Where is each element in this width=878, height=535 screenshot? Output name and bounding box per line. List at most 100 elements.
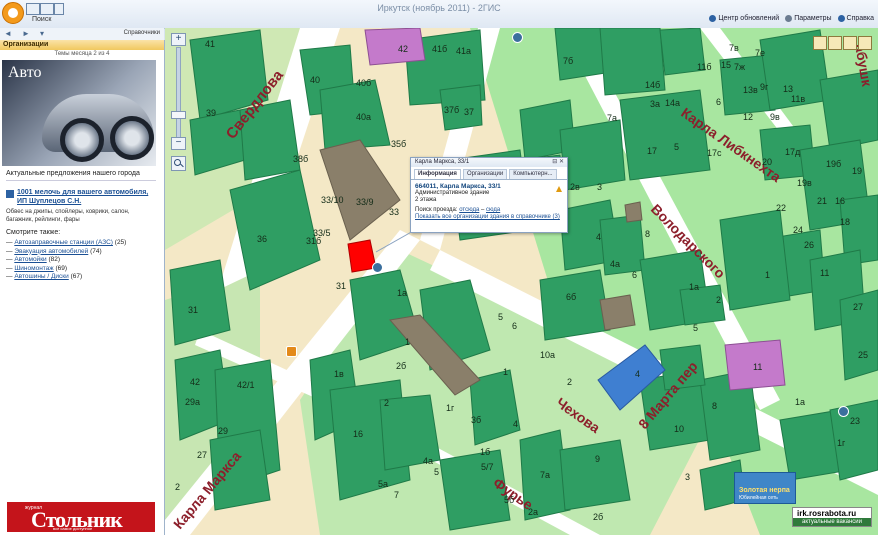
building-number: 33/9 (356, 197, 374, 207)
zoom-track[interactable] (176, 47, 181, 139)
tab-computer[interactable]: Компьютерн... (509, 169, 557, 179)
zoom-out-button[interactable]: − (171, 137, 186, 150)
city-map[interactable]: Свердлова Карла Либкнехта Володарского 8… (165, 28, 878, 535)
print-map-icon[interactable] (843, 36, 857, 50)
show-organizations-link[interactable]: Показать все организации здания в справо… (415, 214, 560, 220)
building-number: 2в (570, 182, 580, 192)
warning-icon (556, 186, 562, 192)
building-number: 1 (405, 337, 410, 347)
building-number: 9г (760, 82, 769, 92)
map-canvas[interactable]: Свердлова Карла Либкнехта Володарского 8… (165, 28, 878, 535)
building-number: 13 (783, 84, 793, 94)
history-icon[interactable]: ▾ (40, 29, 44, 38)
building-number: 31б (306, 236, 321, 246)
ruler-icon[interactable] (813, 36, 827, 50)
building-number: 29 (218, 426, 228, 436)
firm-description: Обвес на джипы, спойлеры, коврики, салон… (6, 209, 130, 223)
auto-banner[interactable]: Авто (2, 60, 156, 166)
building-number: 41 (205, 39, 215, 49)
building-number: 17д (785, 147, 801, 157)
building-info-popup: Карла Маркса, 33/1 ⊟ ✕ Информация Органи… (410, 157, 568, 233)
rosrabota-ad[interactable]: irk.rosrabota.ru актуальные вакансии (792, 507, 872, 527)
building-number: 1б (480, 447, 490, 457)
back-icon[interactable]: ◄ (4, 29, 12, 38)
category-link[interactable]: Автошины / Диски (14, 273, 68, 280)
building-number: 27 (853, 302, 863, 312)
building-number: 9 (595, 454, 600, 464)
building-number: 33 (389, 207, 399, 217)
building-number: 21 (817, 196, 827, 206)
category-link[interactable]: Автомойки (14, 256, 46, 263)
building-number: 2 (716, 295, 721, 305)
building-number: 4а (423, 456, 433, 466)
list-item: — Эвакуация автомобилей (74) (6, 247, 102, 255)
building-number: 2б (396, 361, 406, 371)
category-link[interactable]: Эвакуация автомобилей (14, 248, 88, 255)
transport-stop-icon[interactable] (838, 406, 849, 417)
building-number: 31 (188, 305, 198, 315)
route-search: Поиск проезда: отсюда – сюда (415, 207, 501, 213)
search-icon[interactable] (171, 156, 186, 171)
building-number: 2 (384, 398, 389, 408)
building-number: 31 (336, 281, 346, 291)
firm-link[interactable]: 1001 мелочь для вашего автомобиля, ИП Шу… (17, 188, 157, 206)
list-item: — Автомойки (82) (6, 256, 61, 263)
stolnik-ad[interactable]: журнал Стольник все самое доступное (7, 502, 155, 532)
building-number: 7е (755, 48, 765, 58)
building-number: 24 (793, 225, 803, 235)
building-number: 5 (434, 467, 439, 477)
popup-title: Карла Маркса, 33/1 (415, 159, 470, 165)
transport-stop-icon[interactable] (372, 262, 383, 273)
category-link[interactable]: Автозаправочные станции (АЗС) (14, 239, 113, 246)
forward-icon[interactable]: ► (22, 29, 30, 38)
building-number: 33/10 (321, 195, 344, 205)
building-number: 22 (776, 203, 786, 213)
reference-dropdown[interactable]: Справочники (124, 30, 160, 36)
see-also-heading: Смотрите также: (6, 229, 61, 236)
tab-organizations[interactable]: Организации (462, 169, 508, 179)
pin-icon[interactable]: ⊟ (552, 159, 557, 165)
building-number: 16 (835, 196, 845, 206)
fullscreen-icon[interactable] (858, 36, 872, 50)
building-number: 5 (498, 312, 503, 322)
building-number: 5 (674, 142, 679, 152)
tab-info[interactable]: Информация (414, 169, 461, 179)
building-number: 2а (528, 507, 538, 517)
divider (6, 180, 156, 181)
building-number: 15 (721, 60, 731, 70)
close-icon[interactable]: ✕ (559, 159, 564, 165)
building-number: 1а (397, 288, 407, 298)
zoom-slider[interactable] (171, 111, 186, 119)
building-number: 41б (432, 44, 447, 54)
building-number: 35б (391, 139, 406, 149)
zolotaya-nerpa-ad[interactable]: Золотая нерпа Юбилейная сеть (734, 472, 796, 504)
layers-icon[interactable] (828, 36, 842, 50)
params-link[interactable]: Параметры (785, 15, 832, 22)
building-number: 13в (743, 85, 758, 95)
search-label[interactable]: Поиск (32, 16, 51, 23)
building-number: 39 (206, 108, 216, 118)
wheel-icon (110, 116, 154, 160)
zoom-control: + − (171, 33, 186, 151)
help-link[interactable]: Справка (837, 15, 874, 22)
building-number: 6 (512, 321, 517, 331)
building-number: 40б (356, 78, 371, 88)
zoom-in-button[interactable]: + (171, 33, 186, 46)
building-number: 1а (689, 282, 699, 292)
transport-stop-icon[interactable] (512, 32, 523, 43)
building-number: 1а (795, 397, 805, 407)
route-from-link[interactable]: отсюда (459, 207, 479, 213)
list-item: — Шиномонтаж (69) (6, 264, 68, 272)
building-number: 5б (504, 495, 514, 505)
category-link[interactable]: Шиномонтаж (14, 265, 53, 272)
popup-tabs: Информация Организации Компьютерн... (411, 169, 567, 180)
building-number: 19б (826, 159, 841, 169)
route-to-link[interactable]: сюда (486, 207, 500, 213)
poi-icon[interactable] (286, 346, 297, 357)
updates-link[interactable]: Центр обновлений (709, 15, 779, 22)
building-number: 6 (716, 97, 721, 107)
building-number: 11в (791, 94, 805, 104)
list-item: — Автошины / Диски (67) (6, 273, 83, 280)
building-number: 17с (707, 148, 722, 158)
building-number: 10 (674, 424, 684, 434)
